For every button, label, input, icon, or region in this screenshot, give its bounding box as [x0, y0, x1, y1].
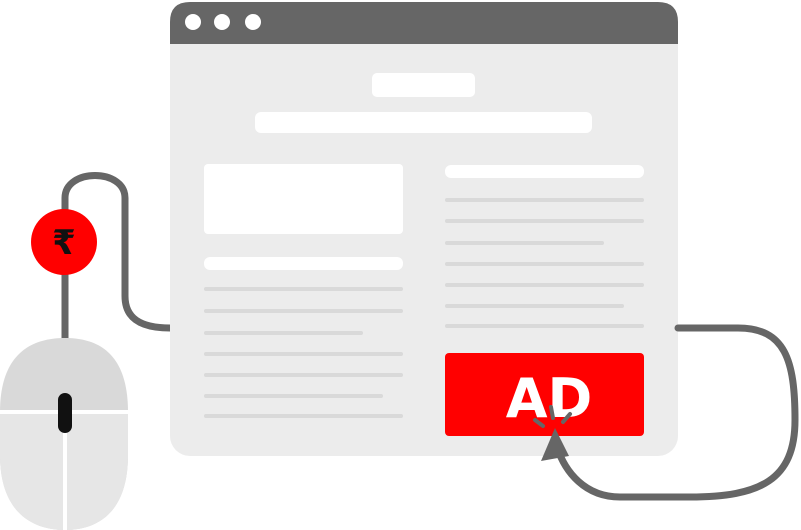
window-dot-maximize[interactable]: [245, 14, 261, 30]
rupee-coin-icon: ₹: [31, 209, 97, 275]
browser-window: AD: [170, 2, 678, 456]
text-line: [445, 241, 604, 245]
text-line: [445, 219, 644, 223]
text-line: [445, 198, 644, 202]
computer-mouse-icon[interactable]: [0, 338, 128, 530]
text-line: [204, 414, 403, 418]
window-dot-close[interactable]: [185, 14, 201, 30]
mouse-scroll-wheel[interactable]: [58, 393, 72, 433]
illustration-canvas: AD ₹: [0, 2, 799, 530]
text-line: [445, 283, 644, 287]
ad-click-illustration: AD ₹: [0, 0, 801, 530]
right-heading-placeholder: [445, 165, 644, 178]
text-line: [204, 352, 403, 356]
image-placeholder: [204, 164, 403, 234]
window-dot-minimize[interactable]: [214, 14, 230, 30]
text-line: [204, 309, 403, 313]
page-subtitle-placeholder: [255, 112, 592, 133]
text-line: [204, 287, 403, 291]
text-line: [204, 331, 363, 335]
page-title-placeholder: [372, 73, 475, 97]
text-line: [204, 394, 383, 398]
text-line: [445, 262, 644, 266]
ad-banner[interactable]: AD: [445, 353, 644, 436]
ad-banner-label[interactable]: AD: [506, 367, 593, 430]
text-line: [204, 373, 403, 377]
left-heading-placeholder: [204, 257, 403, 270]
text-line: [445, 324, 644, 328]
currency-symbol: ₹: [52, 223, 76, 263]
text-line: [445, 304, 624, 308]
